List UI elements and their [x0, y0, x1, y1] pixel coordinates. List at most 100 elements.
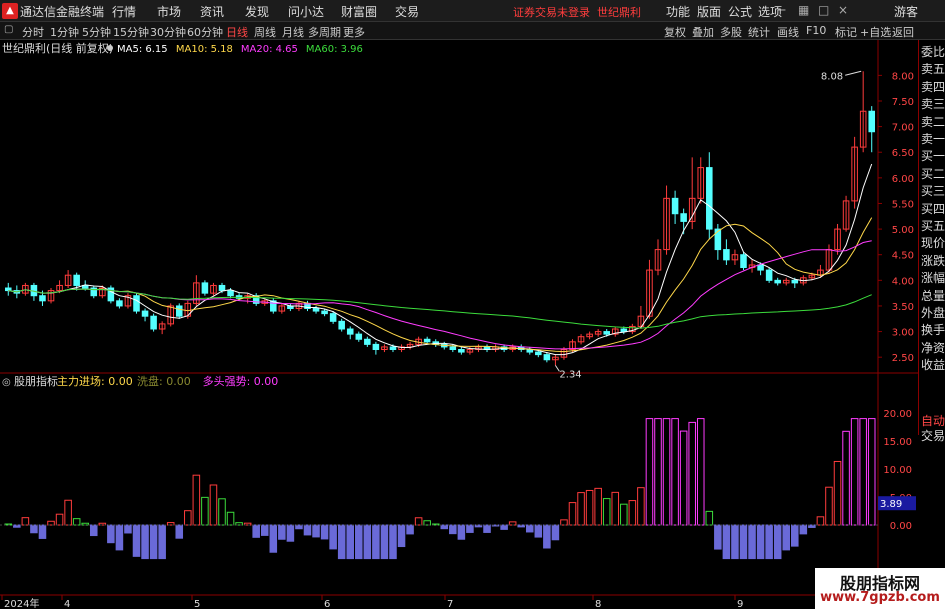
side-item-1[interactable]: 卖五: [921, 63, 945, 76]
candle-body-62: [535, 351, 542, 356]
kline-chart[interactable]: 8.00 7.50 7.00 6.50 6.00 5.50 5.00 4.50 4.00 3.50…: [0, 40, 918, 609]
period-tab-1[interactable]: 1分钟: [50, 24, 79, 40]
side-item-16[interactable]: 换手: [921, 324, 945, 337]
candle-body-63: [543, 354, 551, 361]
indicator-bar-77: [662, 418, 671, 526]
candle-body-23: [201, 282, 209, 294]
side-item-2[interactable]: 卖四: [921, 80, 945, 94]
side-item-9[interactable]: 买四: [921, 202, 945, 216]
candle-body-16: [141, 310, 149, 317]
indicator-bar-12: [107, 524, 115, 544]
side-item-3[interactable]: 卖三: [921, 98, 945, 111]
side-item-8[interactable]: 买三: [921, 185, 945, 198]
period-tab-9[interactable]: 多周期: [308, 24, 341, 40]
side-item-11[interactable]: 现价: [921, 237, 945, 250]
indicator-bar-70: [602, 498, 611, 526]
side-item-15[interactable]: 外盘: [921, 307, 945, 320]
menu-item-2[interactable]: 资讯: [200, 3, 224, 20]
candle-body-26: [227, 290, 234, 297]
candle-body-13: [116, 300, 123, 307]
top-button-3[interactable]: 选项: [758, 3, 782, 20]
side-item-7[interactable]: 买二: [921, 167, 945, 181]
candle-body-83: [714, 228, 722, 251]
time-label-3: 6: [324, 599, 330, 609]
period-tab-3[interactable]: 15分钟: [113, 24, 149, 40]
time-label-5: 8: [595, 599, 601, 609]
tool-button-3[interactable]: 统计: [748, 24, 770, 40]
side-item-4[interactable]: 卖二: [921, 115, 945, 129]
candle-body-0: [5, 287, 12, 292]
tool-button-7[interactable]: +自选: [860, 24, 891, 40]
close-window-icon[interactable]: ×: [838, 3, 848, 17]
indicator-bar-99: [850, 418, 859, 526]
period-tab-10[interactable]: 更多: [343, 24, 365, 40]
period-tab-7[interactable]: 周线: [254, 24, 276, 40]
candle-body-52: [449, 346, 457, 351]
tool-button-8[interactable]: 返回: [892, 24, 914, 40]
candle-body-4: [39, 295, 46, 302]
period-menu-icon[interactable]: ▢: [4, 24, 13, 35]
side-item-6[interactable]: 买一: [921, 150, 945, 163]
indicator-bar-35: [303, 524, 312, 536]
candle-body-37: [321, 310, 328, 315]
quote-side-panel: 委比卖五卖四卖三卖二卖一买一买二买三买四买五现价涨跌涨幅总量外盘换手净资收益自动…: [918, 40, 945, 443]
menu-item-3[interactable]: 发现: [245, 3, 269, 20]
period-tab-8[interactable]: 月线: [282, 24, 304, 40]
grid-icon[interactable]: ▦: [798, 3, 809, 17]
period-tab-5[interactable]: 60分钟: [187, 24, 223, 40]
title-bar: ▲ 通达信金融终端 证券交易未登录 世纪鼎利 ─ ▦ □ × 游客 行情 市场 资讯…: [0, 0, 945, 22]
tool-button-6[interactable]: 标记: [835, 24, 857, 40]
side-item-12[interactable]: 涨跌: [921, 254, 945, 268]
ma-settings-icon: [107, 45, 113, 51]
menu-item-0[interactable]: 行情: [112, 3, 136, 20]
side-item-0[interactable]: 委比: [921, 46, 945, 59]
period-tab-6[interactable]: 日线: [226, 24, 248, 40]
side-item-17[interactable]: 净资: [921, 341, 945, 355]
indicator-bar-42: [363, 524, 372, 560]
menu-item-4[interactable]: 问小达: [288, 3, 324, 20]
tool-button-0[interactable]: 复权: [664, 24, 686, 40]
watermark: 股朋指标网 www.7gpzb.com: [815, 568, 945, 609]
indicator-field-0: 主力进场: 0.00: [57, 374, 133, 388]
indicator-bar-39: [337, 524, 346, 560]
tool-button-4[interactable]: 画线: [777, 24, 799, 40]
side-item-13[interactable]: 涨幅: [921, 272, 945, 285]
side-item-18[interactable]: 收益: [921, 359, 945, 372]
period-tab-2[interactable]: 5分钟: [82, 24, 111, 40]
candle-body-49: [423, 338, 431, 343]
top-button-0[interactable]: 功能: [666, 3, 690, 20]
tool-button-1[interactable]: 叠加: [692, 24, 714, 40]
top-button-2[interactable]: 公式: [728, 3, 752, 20]
menu-item-5[interactable]: 财富圈: [341, 3, 377, 20]
restore-window-icon[interactable]: □: [818, 3, 829, 17]
broker-notice[interactable]: 证券交易未登录 世纪鼎利: [513, 4, 641, 20]
indicator-bar-63: [543, 524, 551, 549]
guest-button[interactable]: 游客: [894, 3, 918, 20]
period-tab-0[interactable]: 分时: [22, 24, 44, 40]
indicator-bar-14: [124, 524, 132, 534]
side-lower-item-0[interactable]: 自动: [921, 415, 945, 428]
tool-button-5[interactable]: F10: [806, 24, 826, 37]
period-tab-4[interactable]: 30分钟: [150, 24, 186, 40]
candle-body-17: [150, 315, 157, 330]
ma-legend-1: MA10: 5.18: [176, 44, 233, 55]
menu-item-6[interactable]: 交易: [395, 3, 419, 20]
candle-body-39: [338, 320, 345, 330]
indicator-bar-8: [72, 518, 81, 526]
side-item-5[interactable]: 卖一: [921, 133, 945, 146]
tool-button-2[interactable]: 多股: [720, 24, 742, 40]
side-item-14[interactable]: 总量: [921, 289, 945, 303]
indicator-bar-81: [696, 418, 705, 526]
indicator-bar-100: [859, 418, 867, 526]
top-button-1[interactable]: 版面: [697, 3, 721, 20]
app-title: 通达信金融终端: [20, 5, 105, 19]
menu-item-1[interactable]: 市场: [157, 3, 181, 20]
side-item-10[interactable]: 买五: [921, 220, 945, 233]
indicator-bar-88: [756, 524, 765, 560]
indicator-bar-38: [329, 524, 337, 550]
candle-body-79: [680, 213, 687, 222]
side-lower-item-1[interactable]: 交易: [921, 430, 945, 443]
price-tick-label-9: 3.50: [892, 302, 914, 313]
indicator-bar-40: [346, 524, 355, 560]
candle-body-53: [458, 349, 465, 353]
